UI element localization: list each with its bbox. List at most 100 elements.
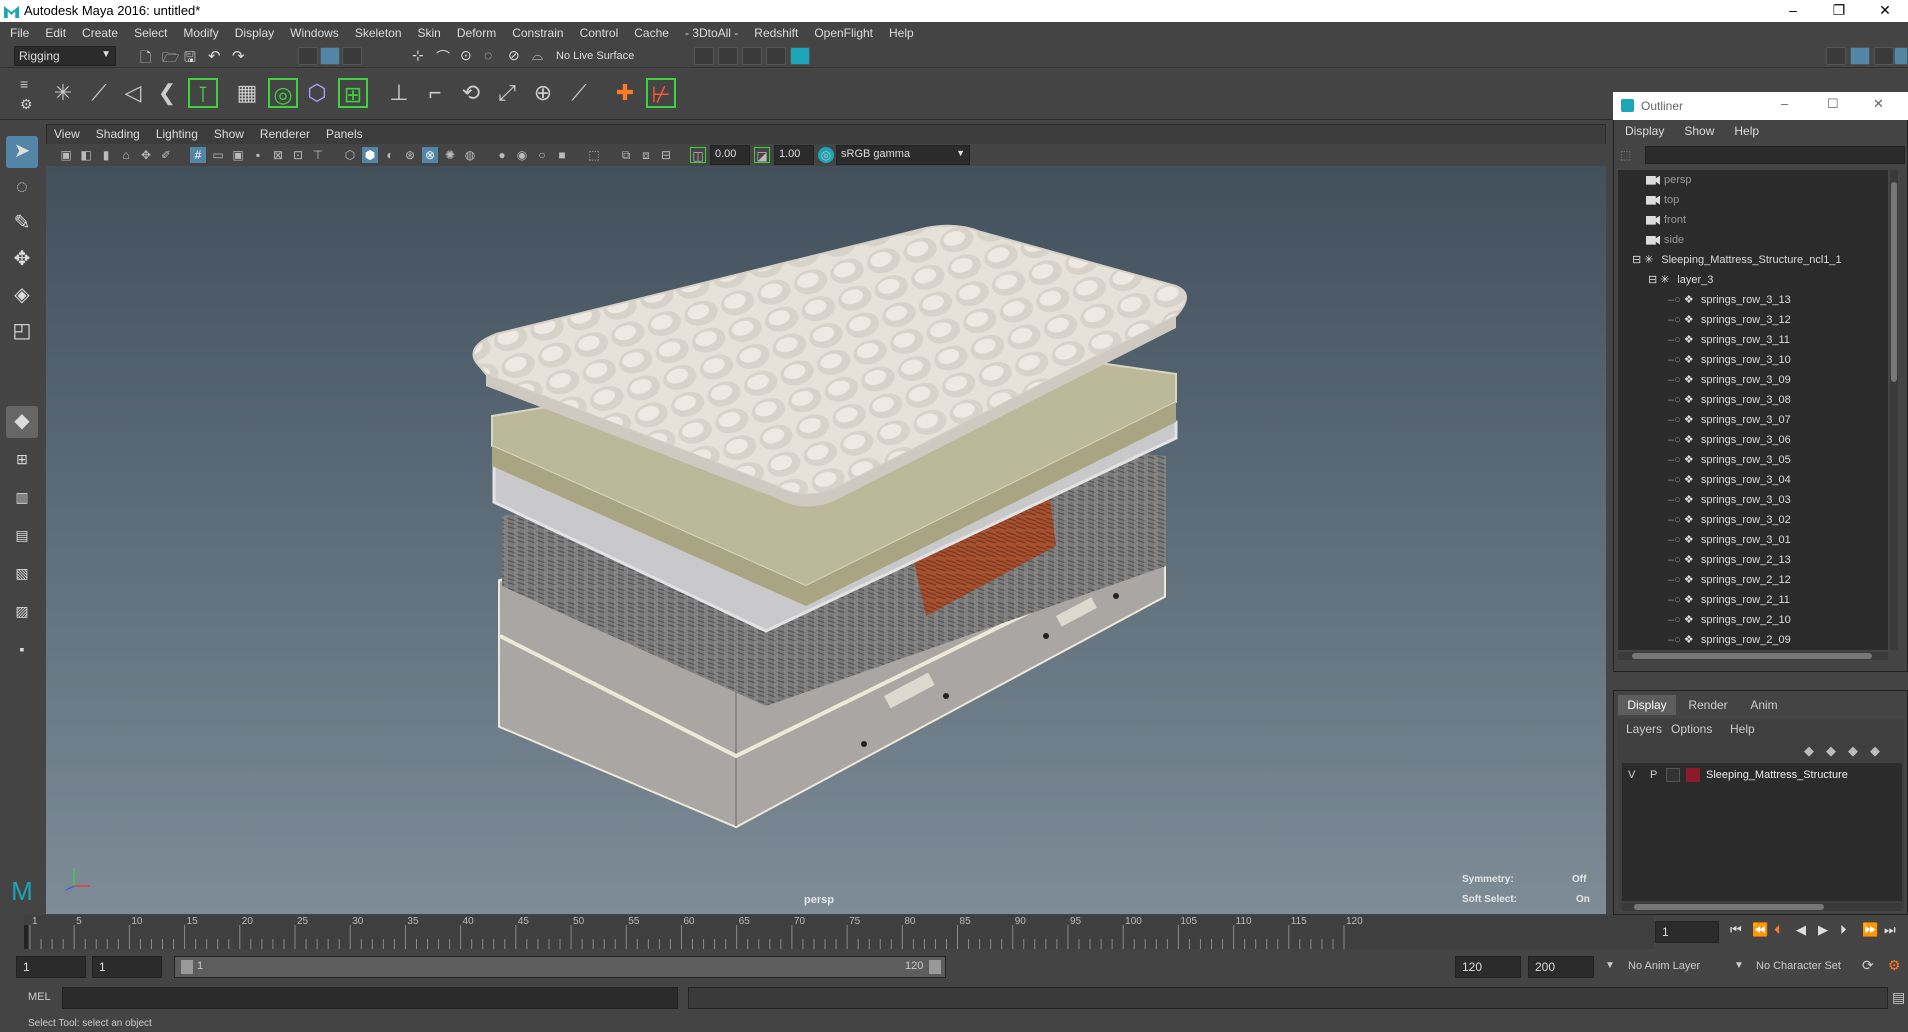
open-scene-icon[interactable]: 🗁	[162, 47, 182, 65]
menu-cache[interactable]: Cache	[624, 22, 675, 40]
outliner-item[interactable]: –○ ❖ springs_row_3_05	[1618, 450, 1888, 470]
step-back-key-icon[interactable]: ⏴	[1774, 922, 1781, 938]
outliner-scroll-thumb[interactable]	[1891, 182, 1897, 382]
chevron-down-icon[interactable]: ▼	[1734, 960, 1744, 971]
outliner-item[interactable]: –○ ❖ springs_row_3_03	[1618, 490, 1888, 510]
go-to-start-icon[interactable]: ⏮	[1730, 922, 1742, 938]
bookmarks-icon[interactable]: ▮	[98, 147, 114, 163]
set-driven-key-icon[interactable]: ⊬	[646, 78, 676, 108]
menu-display[interactable]: Display	[225, 22, 280, 40]
menu-skin[interactable]: Skin	[408, 22, 447, 40]
modeling-toolkit-icon[interactable]	[1826, 47, 1846, 65]
xray-joints-icon[interactable]: ⧉	[618, 147, 634, 163]
outliner-item[interactable]: front	[1618, 210, 1888, 230]
command-input[interactable]	[62, 987, 678, 1009]
field-chart-icon[interactable]: ⊠	[270, 147, 286, 163]
camera-attributes-icon[interactable]: ◧	[78, 147, 94, 163]
menu-control[interactable]: Control	[570, 22, 625, 40]
outliner-item[interactable]: –○ ❖ springs_row_3_06	[1618, 430, 1888, 450]
outliner-item[interactable]: –○ ❖ springs_row_3_11	[1618, 330, 1888, 350]
outliner-search-input[interactable]	[1645, 146, 1905, 164]
outliner-menu-show[interactable]: Show	[1672, 120, 1722, 138]
shelf-menu-icon[interactable]: ≡	[20, 76, 28, 92]
menu-help[interactable]: Help	[879, 22, 920, 40]
scale-constraint-icon[interactable]: ⤢	[492, 78, 522, 108]
new-layer-icon[interactable]: ◆	[1848, 743, 1858, 759]
hypershade-icon[interactable]	[790, 47, 810, 65]
mirror-joints-icon[interactable]: ❮	[152, 78, 182, 108]
panel-menu-panels[interactable]: Panels	[318, 124, 371, 141]
render-view-icon[interactable]	[694, 47, 714, 65]
attribute-editor-toggle-icon[interactable]	[1850, 47, 1870, 65]
outliner-filter-icon[interactable]: ⬚	[1620, 148, 1636, 164]
layer-display-type[interactable]	[1666, 768, 1680, 782]
outliner-minimize-icon[interactable]: –	[1781, 96, 1788, 111]
mode-selector[interactable]: Rigging ▼	[14, 46, 116, 66]
shelf-settings-gear-icon[interactable]: ⚙	[20, 96, 33, 113]
restore-button[interactable]: ❐	[1816, 0, 1862, 22]
parent-constraint-icon[interactable]: ⊕	[528, 78, 558, 108]
render-settings-icon[interactable]	[766, 47, 786, 65]
save-scene-icon[interactable]: 🖫	[184, 47, 204, 65]
outliner-persp-layout-icon[interactable]: ▨	[6, 596, 38, 628]
smooth-shade-icon[interactable]: ⬢	[362, 147, 378, 163]
close-window-button[interactable]: ✕	[1862, 0, 1908, 22]
scale-tool-icon[interactable]: ◰	[6, 316, 38, 348]
outliner-item[interactable]: –○ ❖ springs_row_3_02	[1618, 510, 1888, 530]
panel-menu-view[interactable]: View	[46, 124, 88, 141]
colorspace-dropdown[interactable]: sRGB gamma ▼	[836, 145, 970, 165]
locator-icon[interactable]: ✚	[610, 78, 640, 108]
pole-vector-icon[interactable]: ⟋	[564, 78, 594, 108]
layout-menu-icon[interactable]: ▪	[6, 634, 38, 666]
layer-playback-toggle[interactable]: P	[1650, 769, 1657, 781]
menu-modify[interactable]: Modify	[173, 22, 224, 40]
layer-tab-render[interactable]: Render	[1680, 695, 1736, 715]
depth-of-field-icon[interactable]: ■	[554, 147, 570, 163]
outliner-close-icon[interactable]: ✕	[1873, 96, 1884, 112]
panel-menu-renderer[interactable]: Renderer	[252, 124, 318, 141]
outliner-item[interactable]: –○ ❖ springs_row_2_13	[1618, 550, 1888, 570]
bind-skin-icon[interactable]: ▦	[232, 78, 262, 108]
minimize-button[interactable]: –	[1770, 0, 1816, 22]
layer-color-swatch[interactable]	[1686, 768, 1700, 782]
paint-weights-icon[interactable]: ◎	[268, 78, 298, 108]
panel-menu-lighting[interactable]: Lighting	[148, 124, 206, 141]
current-frame-field[interactable]: 1	[1655, 921, 1719, 943]
menu-skeleton[interactable]: Skeleton	[345, 22, 408, 40]
layer-hscroll-thumb[interactable]	[1634, 904, 1824, 910]
cluster-icon[interactable]: ⊞	[338, 78, 368, 108]
select-tool-icon[interactable]: ➤	[6, 136, 38, 168]
rotate-tool-icon[interactable]: ◈	[6, 280, 38, 312]
outliner-item[interactable]: –○ ❖ springs_row_3_12	[1618, 310, 1888, 330]
layer-tab-display[interactable]: Display	[1618, 695, 1676, 715]
animation-preferences-icon[interactable]: ⚙	[1888, 957, 1901, 974]
layer-menu-help[interactable]: Help	[1730, 722, 1755, 736]
go-to-end-icon[interactable]: ⏭	[1884, 922, 1896, 938]
exposure-icon[interactable]: ◫	[690, 147, 706, 163]
outliner-item[interactable]: –○ ❖ springs_row_3_07	[1618, 410, 1888, 430]
layer-name[interactable]: Sleeping_Mattress_Structure	[1706, 769, 1848, 781]
script-editor-icon[interactable]: ▤	[1892, 989, 1905, 1006]
motion-blur-icon[interactable]: ◉	[514, 147, 530, 163]
single-perspective-layout-icon[interactable]: ◆	[6, 406, 38, 438]
menu-constrain[interactable]: Constrain	[502, 22, 569, 40]
xray-active-components-icon[interactable]: ⧈	[638, 147, 654, 163]
texture-icon[interactable]: ⊟	[658, 147, 674, 163]
four-view-layout-icon[interactable]: ⊞	[6, 444, 38, 476]
auto-key-icon[interactable]: ⟳	[1862, 957, 1874, 974]
menu-create[interactable]: Create	[72, 22, 124, 40]
maya-home-icon[interactable]: M	[6, 876, 38, 908]
perspective-viewport[interactable]: persp Symmetry: Off Soft Select: On	[46, 166, 1606, 914]
outliner-item[interactable]: –○ ❖ springs_row_3_13	[1618, 290, 1888, 310]
layer-menu-layers[interactable]: Layers	[1626, 722, 1662, 736]
ik-handle-icon[interactable]: ⟋	[84, 78, 114, 108]
outliner-item[interactable]: –○ ❖ springs_row_3_08	[1618, 390, 1888, 410]
outliner-item[interactable]: –○ ❖ springs_row_3_01	[1618, 530, 1888, 550]
anti-aliasing-icon[interactable]: ○	[534, 147, 550, 163]
default-material-icon[interactable]: ◐	[382, 147, 398, 163]
outliner-item[interactable]: –○ ❖ springs_row_2_09	[1618, 630, 1888, 650]
wireframe-icon[interactable]: ⬡	[342, 147, 358, 163]
shadows-icon[interactable]: ◍	[462, 147, 478, 163]
outliner-maximize-icon[interactable]: ☐	[1827, 96, 1839, 112]
outliner-menu-display[interactable]: Display	[1613, 120, 1672, 138]
